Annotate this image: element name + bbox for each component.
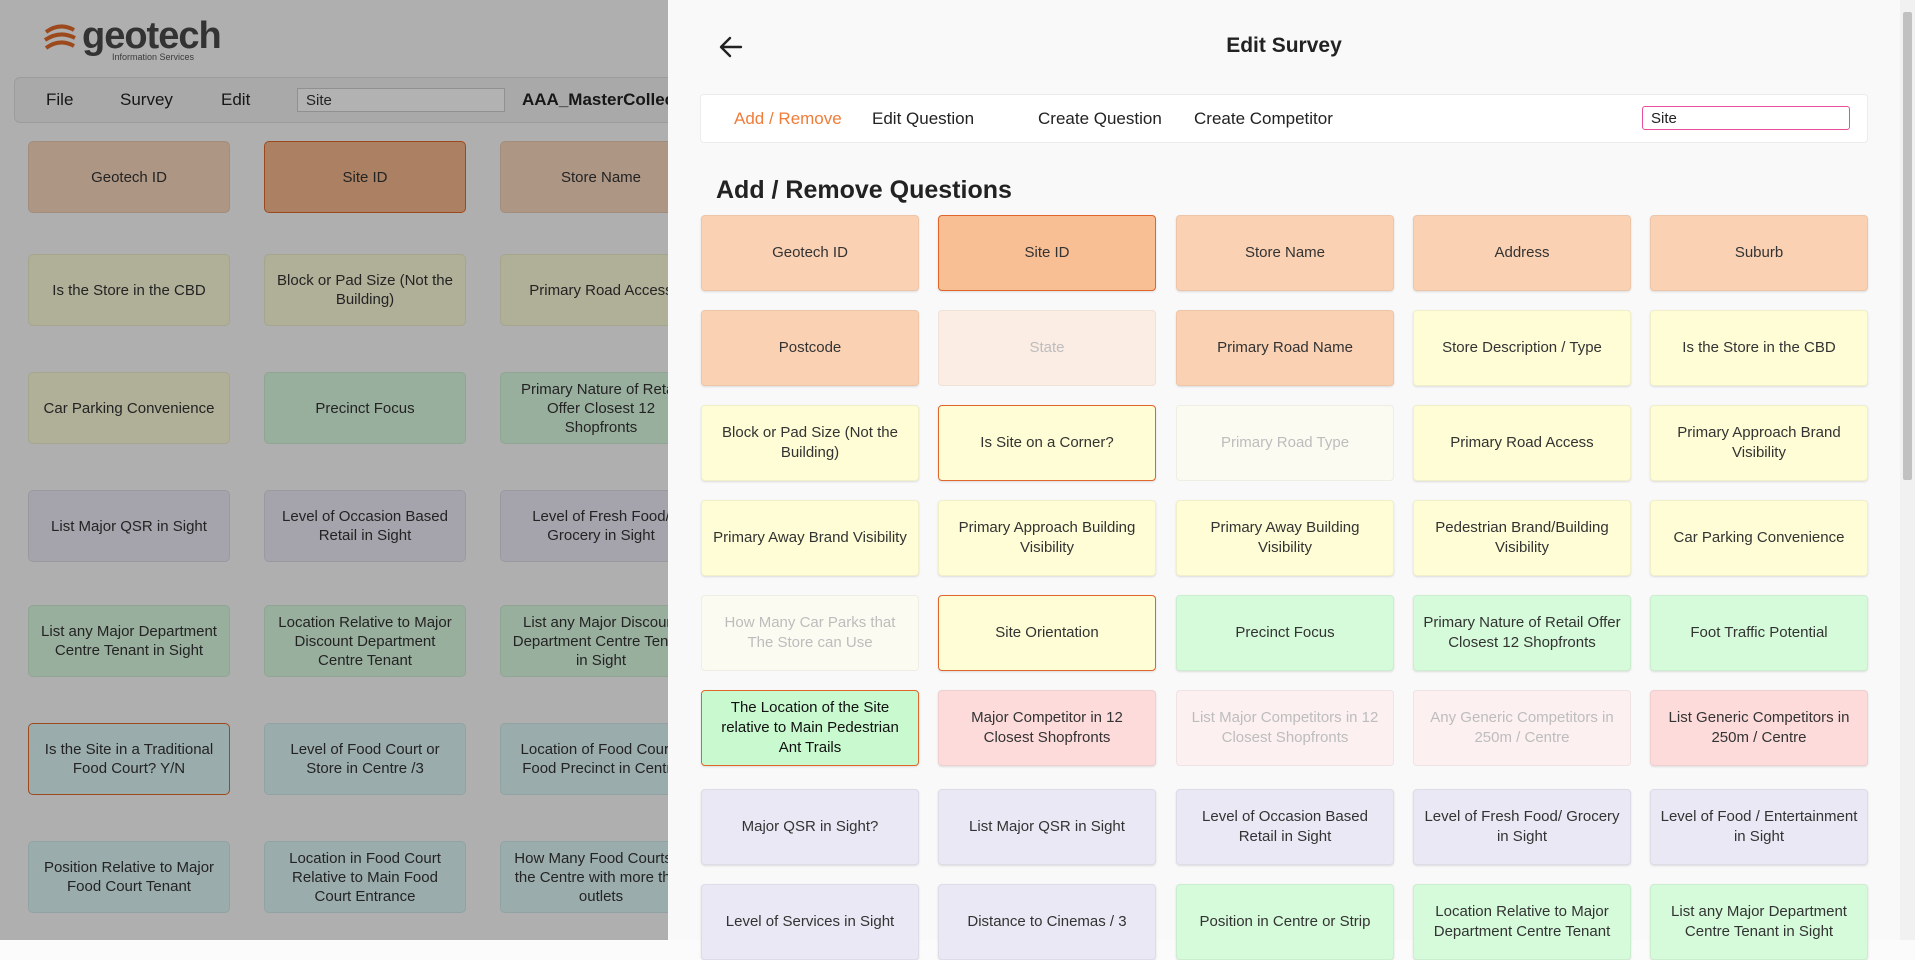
question-tile[interactable]: Store Description / Type [1413, 310, 1631, 386]
question-tile[interactable]: List any Major Department Centre Tenant … [1650, 884, 1868, 960]
question-tile[interactable]: Site ID [938, 215, 1156, 291]
question-tile[interactable]: Major Competitor in 12 Closest Shopfront… [938, 690, 1156, 766]
panel-title: Edit Survey [1226, 34, 1342, 57]
question-tile[interactable]: Primary Road Type [1176, 405, 1394, 481]
question-tile[interactable]: Geotech ID [701, 215, 919, 291]
question-tile[interactable]: Primary Away Brand Visibility [701, 500, 919, 576]
question-tile[interactable]: Primary Nature of Retail Offer Closest 1… [1413, 595, 1631, 671]
question-tile[interactable]: Primary Approach Brand Visibility [1650, 405, 1868, 481]
question-tile[interactable]: Distance to Cinemas / 3 [938, 884, 1156, 960]
question-tile[interactable]: Level of Services in Sight [701, 884, 919, 960]
section-title: Add / Remove Questions [716, 176, 1012, 204]
edit-survey-panel: Edit Survey Add / Remove Edit Question C… [668, 0, 1900, 960]
question-tile[interactable]: Level of Fresh Food/ Grocery in Sight [1413, 789, 1631, 865]
question-tile[interactable]: Level of Occasion Based Retail in Sight [1176, 789, 1394, 865]
question-tile[interactable]: Primary Away Building Visibility [1176, 500, 1394, 576]
question-tile[interactable]: Is the Store in the CBD [1650, 310, 1868, 386]
question-tile[interactable]: Primary Road Access [1413, 405, 1631, 481]
question-tile[interactable]: Store Name [1176, 215, 1394, 291]
question-tile[interactable]: Block or Pad Size (Not the Building) [701, 405, 919, 481]
question-tile[interactable]: Is Site on a Corner? [938, 405, 1156, 481]
question-tile[interactable]: Location Relative to Major Department Ce… [1413, 884, 1631, 960]
question-tile[interactable]: The Location of the Site relative to Mai… [701, 690, 919, 766]
tab-bar: Add / Remove Edit Question Create Questi… [700, 94, 1868, 143]
question-tile[interactable]: Position in Centre or Strip [1176, 884, 1394, 960]
question-search-input[interactable] [1642, 106, 1850, 130]
question-tile[interactable]: Precinct Focus [1176, 595, 1394, 671]
scrollbar-thumb[interactable] [1903, 12, 1912, 480]
scrollbar[interactable] [1900, 0, 1915, 940]
tab-create-question[interactable]: Create Question [1038, 109, 1162, 129]
question-tile[interactable]: Postcode [701, 310, 919, 386]
question-tile[interactable]: List Major QSR in Sight [938, 789, 1156, 865]
tab-add-remove[interactable]: Add / Remove [734, 109, 842, 129]
question-tile[interactable]: Car Parking Convenience [1650, 500, 1868, 576]
tab-edit-question[interactable]: Edit Question [872, 109, 974, 129]
question-tile[interactable]: Major QSR in Sight? [701, 789, 919, 865]
question-tile[interactable]: Primary Approach Building Visibility [938, 500, 1156, 576]
question-tile[interactable]: Level of Food / Entertainment in Sight [1650, 789, 1868, 865]
question-tile[interactable]: Foot Traffic Potential [1650, 595, 1868, 671]
question-tile[interactable]: State [938, 310, 1156, 386]
question-tile[interactable]: Any Generic Competitors in 250m / Centre [1413, 690, 1631, 766]
question-tile[interactable]: List Generic Competitors in 250m / Centr… [1650, 690, 1868, 766]
question-tile[interactable]: Address [1413, 215, 1631, 291]
question-tile[interactable]: Suburb [1650, 215, 1868, 291]
tab-create-competitor[interactable]: Create Competitor [1194, 109, 1333, 129]
question-tile[interactable]: How Many Car Parks that The Store can Us… [701, 595, 919, 671]
question-tile[interactable]: Primary Road Name [1176, 310, 1394, 386]
question-tile[interactable]: Pedestrian Brand/Building Visibility [1413, 500, 1631, 576]
question-tile[interactable]: List Major Competitors in 12 Closest Sho… [1176, 690, 1394, 766]
question-tile[interactable]: Site Orientation [938, 595, 1156, 671]
